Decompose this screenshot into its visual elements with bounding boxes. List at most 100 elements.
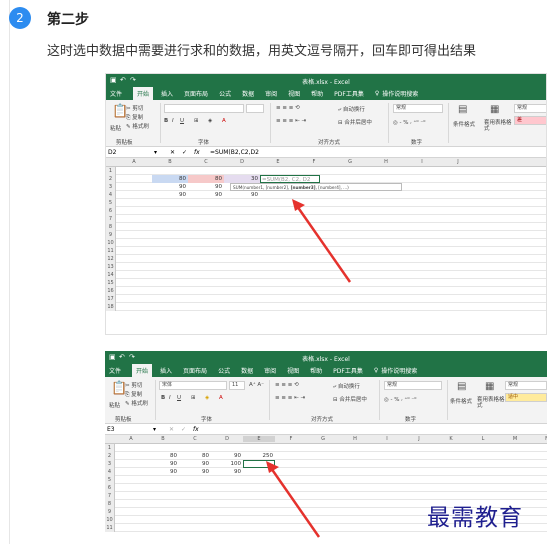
row-number[interactable]: 11 bbox=[106, 247, 116, 255]
col-header[interactable]: J bbox=[403, 436, 435, 442]
row-number[interactable]: 3 bbox=[106, 183, 116, 191]
conditional-format-button[interactable]: 条件格式 bbox=[453, 120, 475, 128]
name-box[interactable]: D2 bbox=[108, 149, 152, 156]
col-header[interactable]: I bbox=[371, 436, 403, 442]
font-name-select[interactable]: 宋体 bbox=[159, 381, 227, 390]
row-number[interactable]: 15 bbox=[106, 279, 116, 287]
tab-file[interactable]: 文件 bbox=[109, 366, 121, 375]
number-format-select[interactable]: 常规 bbox=[393, 104, 443, 113]
cell-c2[interactable]: 80 bbox=[179, 452, 211, 460]
tab-insert[interactable]: 插入 bbox=[160, 366, 172, 375]
format-painter-button[interactable]: ✎ 格式刷 bbox=[125, 399, 148, 407]
tab-view[interactable]: 视图 bbox=[287, 366, 299, 375]
row-number[interactable]: 17 bbox=[106, 295, 116, 303]
wrap-text-button[interactable]: ⤶ 自动换行 bbox=[338, 105, 365, 114]
cell-b4[interactable]: 90 bbox=[147, 468, 179, 476]
font-color-icon[interactable]: A bbox=[219, 395, 223, 401]
font-size-select[interactable]: 11 bbox=[229, 381, 245, 390]
tab-file[interactable]: 文件 bbox=[110, 89, 122, 98]
col-header[interactable]: N bbox=[531, 436, 547, 442]
row-number[interactable]: 9 bbox=[106, 231, 116, 239]
row-number[interactable]: 14 bbox=[106, 271, 116, 279]
style-normal[interactable]: 常规 bbox=[505, 381, 547, 390]
col-header[interactable]: F bbox=[275, 436, 307, 442]
cell-b2[interactable]: 80 bbox=[147, 452, 179, 460]
row-number[interactable]: 16 bbox=[106, 287, 116, 295]
name-box-dropdown-icon[interactable]: ▾ bbox=[154, 149, 157, 156]
italic-button[interactable]: I bbox=[172, 118, 174, 124]
row-number[interactable]: 1 bbox=[105, 444, 115, 452]
tab-pdf-tools[interactable]: PDF工具集 bbox=[334, 89, 364, 98]
tab-page-layout[interactable]: 页面布局 bbox=[184, 89, 208, 98]
conditional-format-button[interactable]: 条件格式 bbox=[450, 397, 472, 405]
row-number[interactable]: 7 bbox=[105, 492, 115, 500]
format-painter-button[interactable]: ✎ 格式刷 bbox=[126, 122, 149, 130]
row-number[interactable]: 1 bbox=[106, 167, 116, 175]
cancel-formula-icon[interactable]: ✕ bbox=[170, 149, 175, 156]
style-bad[interactable]: 差 bbox=[514, 116, 546, 125]
col-header[interactable]: F bbox=[296, 159, 332, 165]
tab-insert[interactable]: 插入 bbox=[161, 89, 173, 98]
copy-button[interactable]: ⎘ 复制 bbox=[126, 113, 143, 122]
cut-button[interactable]: ✂ 剪切 bbox=[126, 104, 143, 112]
bold-button[interactable]: B bbox=[161, 395, 165, 401]
merge-center-button[interactable]: ⊟ 合并后居中 bbox=[333, 395, 367, 403]
border-icon[interactable]: ⊞ bbox=[194, 118, 199, 124]
row-number[interactable]: 10 bbox=[106, 239, 116, 247]
font-size-select[interactable] bbox=[246, 104, 264, 113]
merge-center-button[interactable]: ⊟ 合并后居中 bbox=[338, 118, 372, 126]
col-header[interactable]: C bbox=[188, 159, 224, 165]
col-header[interactable]: B bbox=[147, 436, 179, 442]
cell-d3[interactable]: 100 bbox=[211, 460, 243, 468]
tab-formulas[interactable]: 公式 bbox=[219, 89, 231, 98]
align-top-icons[interactable]: ≡ ≡ ≡ ⟲ bbox=[276, 105, 300, 111]
paste-button[interactable]: 粘贴 bbox=[109, 401, 120, 409]
cell-e3-selected[interactable] bbox=[243, 460, 275, 468]
col-header[interactable]: H bbox=[368, 159, 404, 165]
underline-button[interactable]: U bbox=[177, 395, 181, 401]
tab-pdf-tools[interactable]: PDF工具集 bbox=[333, 366, 363, 375]
tell-me-search[interactable]: 操作说明搜索 bbox=[381, 366, 417, 375]
cut-button[interactable]: ✂ 剪切 bbox=[125, 381, 142, 389]
row-number[interactable]: 13 bbox=[106, 263, 116, 271]
col-header[interactable]: E bbox=[260, 159, 296, 165]
cell-c2[interactable]: 80 bbox=[188, 175, 224, 183]
row-number[interactable]: 5 bbox=[105, 476, 115, 484]
cell-d2[interactable]: 30 bbox=[224, 175, 260, 183]
tab-formulas[interactable]: 公式 bbox=[218, 366, 230, 375]
enter-formula-icon[interactable]: ✓ bbox=[181, 426, 186, 433]
bold-button[interactable]: B bbox=[164, 118, 168, 124]
enter-formula-icon[interactable]: ✓ bbox=[182, 149, 187, 156]
cell-d4[interactable]: 90 bbox=[224, 191, 260, 199]
row-number[interactable]: 5 bbox=[106, 199, 116, 207]
col-header[interactable]: I bbox=[404, 159, 440, 165]
number-format-icons[interactable]: ◎ - % ⸴ ⁺⁰ ⁻⁰ bbox=[393, 118, 425, 126]
number-format-icons[interactable]: ◎ - % ⸴ ⁺⁰ ⁻⁰ bbox=[384, 395, 416, 403]
row-number[interactable]: 4 bbox=[106, 191, 116, 199]
cell-c3[interactable]: 90 bbox=[179, 460, 211, 468]
cell-c4[interactable]: 90 bbox=[179, 468, 211, 476]
row-number[interactable]: 12 bbox=[106, 255, 116, 263]
tab-view[interactable]: 视图 bbox=[288, 89, 300, 98]
row-number[interactable]: 3 bbox=[105, 460, 115, 468]
sheet-grid[interactable]: 1 2 80 80 30 =SUM(B2, C2, D2 3 90 90 100… bbox=[106, 167, 546, 311]
tab-help[interactable]: 帮助 bbox=[310, 366, 322, 375]
wrap-text-button[interactable]: ⤶ 自动换行 bbox=[333, 382, 360, 391]
copy-button[interactable]: ⎘ 复制 bbox=[125, 390, 142, 399]
insert-function-icon[interactable]: fx bbox=[194, 149, 200, 156]
insert-function-icon[interactable]: fx bbox=[193, 426, 199, 433]
row-number[interactable]: 9 bbox=[105, 508, 115, 516]
row-number[interactable]: 4 bbox=[105, 468, 115, 476]
format-as-table-icon[interactable]: ▦ bbox=[490, 104, 499, 115]
cell-b2[interactable]: 80 bbox=[152, 175, 188, 183]
col-header[interactable]: J bbox=[440, 159, 476, 165]
tab-help[interactable]: 帮助 bbox=[311, 89, 323, 98]
col-header[interactable]: L bbox=[467, 436, 499, 442]
cell-d4[interactable]: 90 bbox=[211, 468, 243, 476]
cancel-formula-icon[interactable]: ✕ bbox=[169, 426, 174, 433]
cell-b3[interactable]: 90 bbox=[147, 460, 179, 468]
row-number[interactable]: 2 bbox=[106, 175, 116, 183]
col-header[interactable]: D bbox=[211, 436, 243, 442]
tab-review[interactable]: 审阅 bbox=[265, 89, 277, 98]
font-name-select[interactable] bbox=[164, 104, 244, 113]
